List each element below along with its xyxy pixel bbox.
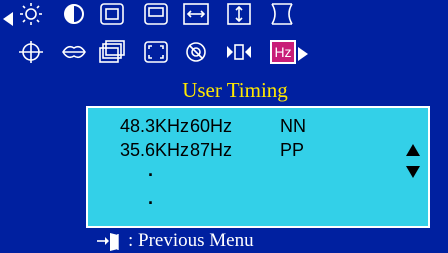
timing-row-2-h-freq: 35.6KHz (120, 140, 190, 160)
language-icon[interactable] (225, 40, 253, 64)
menu-title: User Timing (182, 78, 288, 102)
v-size-icon[interactable] (225, 2, 253, 26)
timing-row-1-polarity: NN (280, 116, 306, 136)
more-indicator-dot: . (148, 188, 154, 208)
right-arrow-icon[interactable] (297, 46, 309, 62)
timing-row-1-v-freq: 60Hz (190, 116, 233, 136)
moire-icon[interactable] (142, 40, 170, 64)
recall-icon[interactable] (98, 40, 126, 64)
color-icon[interactable] (60, 40, 88, 64)
degauss-icon[interactable] (182, 40, 210, 64)
contrast-icon[interactable] (60, 2, 88, 26)
previous-menu-label: : Previous Menu (128, 230, 254, 251)
previous-menu-hint[interactable]: : Previous Menu (96, 229, 254, 253)
osd-menu: Hz User Timing 48.3KHz 60Hz NN 35.6KHz 8… (0, 0, 448, 253)
brightness-icon[interactable] (17, 2, 45, 26)
timing-row-2-v-freq: 87Hz (190, 140, 233, 160)
h-size-icon[interactable] (182, 2, 210, 26)
hz-icon-label: Hz (274, 44, 292, 60)
size-icon[interactable] (142, 2, 170, 26)
left-arrow-icon[interactable] (2, 11, 14, 27)
position-icon[interactable] (98, 2, 126, 26)
scroll-up-icon[interactable] (406, 144, 420, 156)
rotation-icon[interactable] (17, 40, 45, 64)
timing-panel: 48.3KHz 60Hz NN 35.6KHz 87Hz PP . . (86, 106, 430, 228)
scroll-down-icon[interactable] (406, 166, 420, 178)
pincushion-icon[interactable] (268, 2, 296, 26)
more-indicator-dot: . (148, 160, 154, 180)
hz-icon[interactable]: Hz (270, 40, 296, 64)
timing-row-2-polarity: PP (280, 140, 305, 160)
exit-door-icon (96, 231, 122, 251)
timing-row-1-h-freq: 48.3KHz (120, 116, 190, 136)
